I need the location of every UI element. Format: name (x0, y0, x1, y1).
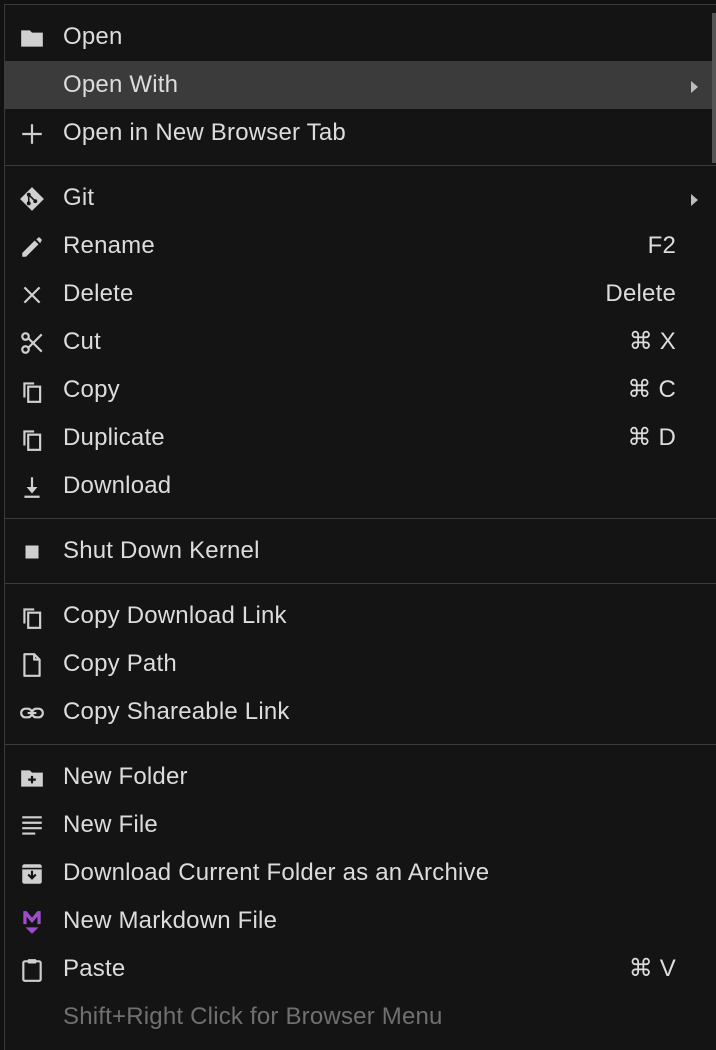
menu-item-new-markdown-file[interactable]: New Markdown File (5, 897, 716, 945)
menu-item-copy-path[interactable]: Copy Path (5, 640, 716, 688)
menu-item-download[interactable]: Download (5, 462, 716, 510)
duplicate-icon (19, 426, 45, 452)
menu-item-rename[interactable]: Rename F2 (5, 222, 716, 270)
clipboard-icon (19, 957, 45, 983)
stop-icon (19, 539, 45, 565)
menu-item-open-with[interactable]: Open With (5, 61, 716, 109)
pencil-icon (19, 234, 45, 260)
git-icon (19, 186, 45, 212)
menu-item-browser-menu-hint: Shift+Right Click for Browser Menu (5, 993, 716, 1041)
menu-item-shortcut: F2 (647, 232, 676, 259)
link-icon (19, 700, 45, 726)
copy-icon (19, 604, 45, 630)
menu-item-label: Open in New Browser Tab (63, 119, 346, 146)
menu-item-copy-shareable-link[interactable]: Copy Shareable Link (5, 688, 716, 736)
menu-item-label: Shut Down Kernel (63, 537, 260, 564)
menu-item-label: New Folder (63, 763, 188, 790)
menu-item-label: Open With (63, 71, 179, 98)
menu-item-shut-down-kernel[interactable]: Shut Down Kernel (5, 527, 716, 575)
menu-item-label: Paste (63, 955, 126, 982)
menu-separator (5, 165, 716, 166)
menu-item-new-folder[interactable]: New Folder (5, 753, 716, 801)
menu-item-label: Duplicate (63, 424, 165, 451)
new-folder-icon (19, 765, 45, 791)
menu-item-label: New File (63, 811, 158, 838)
menu-item-label: Download Current Folder as an Archive (63, 859, 490, 886)
menu-item-delete[interactable]: Delete Delete (5, 270, 716, 318)
menu-item-copy-download-link[interactable]: Copy Download Link (5, 592, 716, 640)
menu-separator (5, 744, 716, 745)
markdown-icon (19, 909, 45, 935)
menu-item-shortcut: ⌘ V (628, 955, 676, 982)
menu-item-label: New Markdown File (63, 907, 278, 934)
close-icon (19, 282, 45, 308)
archive-download-icon (19, 861, 45, 887)
scrollbar-thumb[interactable] (712, 13, 716, 163)
menu-item-paste[interactable]: Paste ⌘ V (5, 945, 716, 993)
menu-item-label: Shift+Right Click for Browser Menu (63, 1003, 443, 1030)
menu-item-git[interactable]: Git (5, 174, 716, 222)
menu-item-label: Delete (63, 280, 134, 307)
menu-item-label: Copy Shareable Link (63, 698, 290, 725)
menu-item-copy[interactable]: Copy ⌘ C (5, 366, 716, 414)
submenu-arrow-icon (691, 81, 698, 93)
menu-item-shortcut: Delete (605, 280, 676, 307)
menu-item-label: Cut (63, 328, 101, 355)
copy-icon (19, 378, 45, 404)
text-lines-icon (19, 813, 45, 839)
folder-icon (19, 25, 45, 51)
menu-item-label: Rename (63, 232, 155, 259)
submenu-arrow-icon (691, 194, 698, 206)
menu-item-duplicate[interactable]: Duplicate ⌘ D (5, 414, 716, 462)
menu-item-download-folder-archive[interactable]: Download Current Folder as an Archive (5, 849, 716, 897)
menu-separator (5, 518, 716, 519)
context-menu: Open Open With Open in New Browser Tab G… (4, 4, 716, 1050)
download-icon (19, 474, 45, 500)
menu-item-label: Open (63, 23, 123, 50)
scissors-icon (19, 330, 45, 356)
menu-item-label: Copy Download Link (63, 602, 287, 629)
menu-item-label: Git (63, 184, 95, 211)
menu-item-new-file[interactable]: New File (5, 801, 716, 849)
menu-item-label: Download (63, 472, 172, 499)
plus-icon (19, 121, 45, 147)
menu-item-open-new-browser-tab[interactable]: Open in New Browser Tab (5, 109, 716, 157)
menu-item-label: Copy (63, 376, 120, 403)
menu-item-open[interactable]: Open (5, 13, 716, 61)
menu-item-shortcut: ⌘ C (627, 376, 676, 403)
menu-item-cut[interactable]: Cut ⌘ X (5, 318, 716, 366)
file-icon (19, 652, 45, 678)
menu-separator (5, 583, 716, 584)
menu-item-label: Copy Path (63, 650, 177, 677)
menu-item-shortcut: ⌘ D (627, 424, 676, 451)
menu-item-shortcut: ⌘ X (628, 328, 676, 355)
